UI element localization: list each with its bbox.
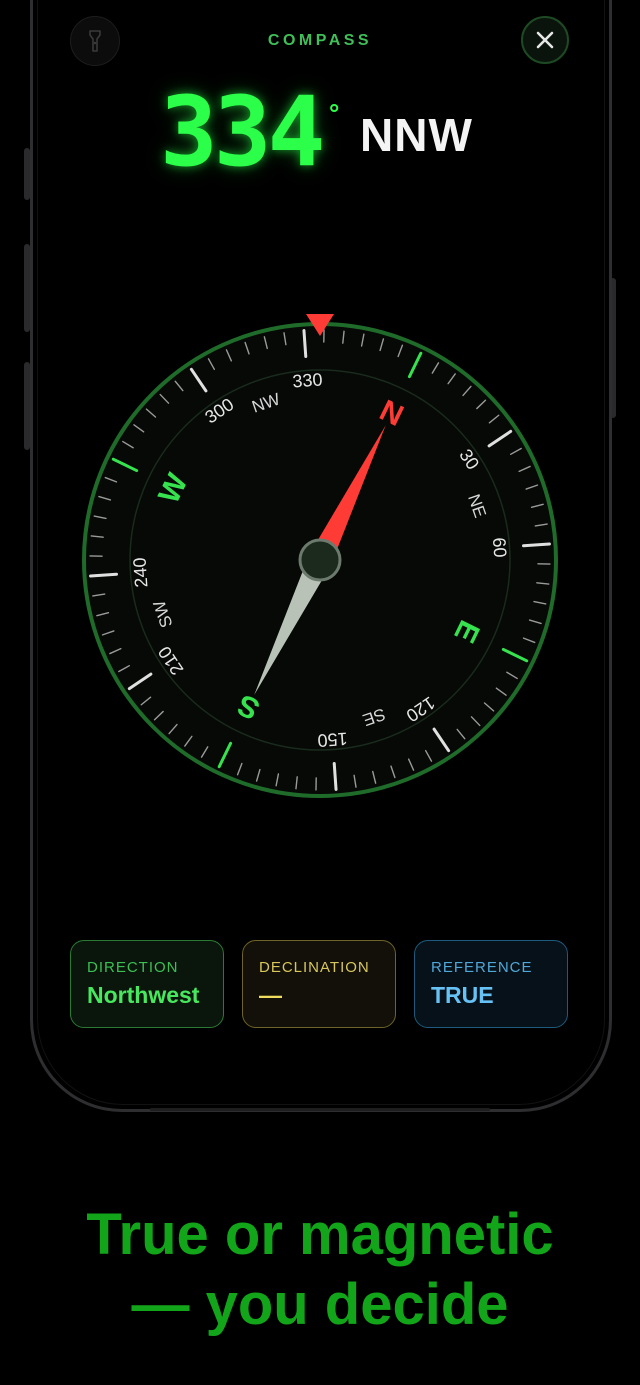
direction-value: Northwest bbox=[87, 982, 200, 1008]
needle-hub bbox=[298, 538, 342, 582]
reference-label: REFERENCE bbox=[431, 959, 533, 976]
tagline-line-2: — you decide bbox=[131, 1272, 509, 1337]
declination-card[interactable]: DECLINATION — bbox=[242, 940, 396, 1028]
compass-tick bbox=[302, 329, 308, 358]
phone-bottom-edge bbox=[150, 1108, 490, 1111]
declination-value: — bbox=[259, 982, 282, 1008]
heading-cardinal: NNW bbox=[360, 109, 473, 161]
heading-degrees: 334 bbox=[160, 76, 325, 188]
degree-label-330: 330 bbox=[292, 369, 323, 391]
degree-symbol: ° bbox=[329, 98, 340, 128]
close-button[interactable] bbox=[521, 16, 569, 64]
direction-card: DIRECTION Northwest bbox=[70, 940, 224, 1028]
degree-label-150: 150 bbox=[317, 729, 348, 751]
compass-tick bbox=[522, 542, 551, 548]
reference-card[interactable]: REFERENCE TRUE bbox=[414, 940, 568, 1028]
compass-tick bbox=[332, 762, 338, 791]
tagline-line-1: True or magnetic bbox=[86, 1202, 554, 1267]
direction-label: DIRECTION bbox=[87, 959, 179, 976]
reference-value: TRUE bbox=[431, 982, 494, 1008]
close-icon bbox=[536, 31, 554, 49]
degree-label-60: 60 bbox=[489, 537, 510, 558]
degree-label-240: 240 bbox=[129, 557, 151, 588]
compass-tick bbox=[89, 572, 118, 578]
compass-dial[interactable]: NESW NESESWNW3060120150210240300330 bbox=[80, 312, 560, 802]
declination-label: DECLINATION bbox=[259, 959, 370, 976]
marketing-tagline: True or magnetic — you decide bbox=[0, 1200, 640, 1340]
